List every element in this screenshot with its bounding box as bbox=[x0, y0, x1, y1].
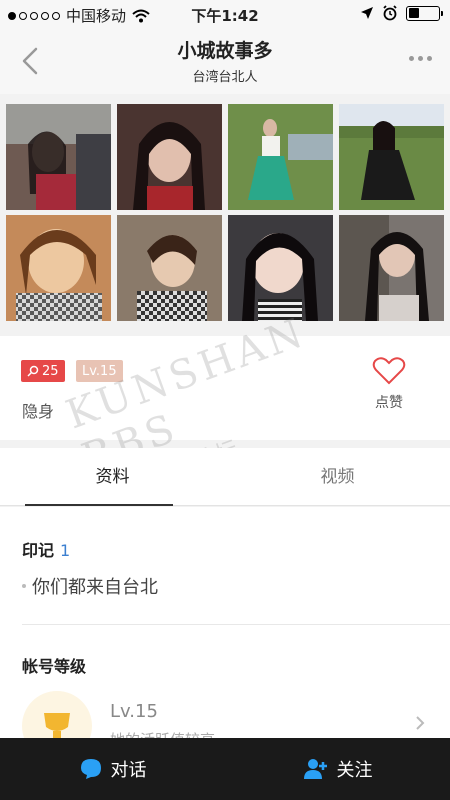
chat-bubble-icon bbox=[80, 759, 101, 779]
level-badge: Lv.15 bbox=[76, 360, 123, 382]
photo-6[interactable] bbox=[117, 215, 222, 321]
chat-label: 对话 bbox=[110, 760, 147, 781]
photo-4[interactable] bbox=[339, 104, 444, 210]
heart-icon bbox=[372, 357, 406, 385]
nav-bar: 小城故事多 台湾台北人 bbox=[0, 28, 450, 94]
likes-badge: 25 bbox=[21, 360, 65, 382]
account-level-title: 帐号等级 bbox=[22, 657, 87, 676]
chevron-right-icon bbox=[416, 716, 425, 730]
like-button[interactable]: 点赞 bbox=[368, 356, 410, 412]
status-right bbox=[360, 5, 443, 21]
impressions-heading: 印记 1 bbox=[22, 537, 70, 561]
photo-7[interactable] bbox=[228, 215, 333, 321]
alarm-clock-icon bbox=[383, 5, 397, 21]
more-options-icon[interactable] bbox=[409, 56, 432, 61]
profile-card: 25 Lv.15 隐身 点赞 bbox=[0, 336, 450, 440]
trophy-icon bbox=[44, 713, 70, 738]
profile-details: 印记 1 你们都来自台北 帐号等级 Lv.15 她的活跃值较高 bbox=[0, 507, 450, 738]
battery-icon bbox=[406, 5, 443, 21]
photo-3[interactable] bbox=[228, 104, 333, 210]
bullet-icon bbox=[22, 584, 26, 588]
account-level-value: Lv.15 bbox=[110, 701, 158, 722]
trophy-icon-background bbox=[22, 691, 92, 738]
impressions-count: 1 bbox=[60, 541, 71, 560]
battery-level-fill bbox=[408, 8, 419, 18]
page-title: 小城故事多 bbox=[177, 40, 273, 62]
impression-item: 你们都来自台北 bbox=[22, 573, 158, 599]
add-user-icon bbox=[303, 759, 327, 779]
photo-grid bbox=[0, 94, 450, 334]
photo-2[interactable] bbox=[117, 104, 222, 210]
impression-text: 你们都来自台北 bbox=[32, 577, 158, 598]
account-level-row[interactable]: Lv.15 她的活跃值较高 bbox=[0, 687, 450, 738]
account-level-description: 她的活跃值较高 bbox=[110, 729, 215, 738]
photo-8[interactable] bbox=[339, 215, 444, 321]
tab-indicator bbox=[25, 504, 173, 506]
photo-1[interactable] bbox=[6, 104, 111, 210]
bottom-action-bar: 对话 关注 bbox=[0, 738, 450, 800]
follow-button[interactable]: 关注 bbox=[225, 738, 450, 800]
tab-videos[interactable]: 视频 bbox=[225, 448, 450, 506]
likes-icon bbox=[27, 365, 39, 377]
chat-button[interactable]: 对话 bbox=[0, 738, 225, 800]
impressions-title: 印记 bbox=[22, 541, 55, 560]
location-arrow-icon bbox=[361, 7, 373, 19]
photo-5[interactable] bbox=[6, 215, 111, 321]
tab-profile[interactable]: 资料 bbox=[0, 448, 225, 506]
like-label: 点赞 bbox=[375, 395, 403, 411]
page-subtitle: 台湾台北人 bbox=[192, 70, 258, 85]
follow-label: 关注 bbox=[336, 760, 373, 781]
section-divider bbox=[22, 624, 450, 625]
tab-bar: 资料 视频 bbox=[0, 448, 450, 506]
likes-count: 25 bbox=[42, 363, 59, 379]
online-status: 隐身 bbox=[22, 402, 55, 421]
status-bar: 中国移动 下午1:42 bbox=[0, 0, 450, 28]
